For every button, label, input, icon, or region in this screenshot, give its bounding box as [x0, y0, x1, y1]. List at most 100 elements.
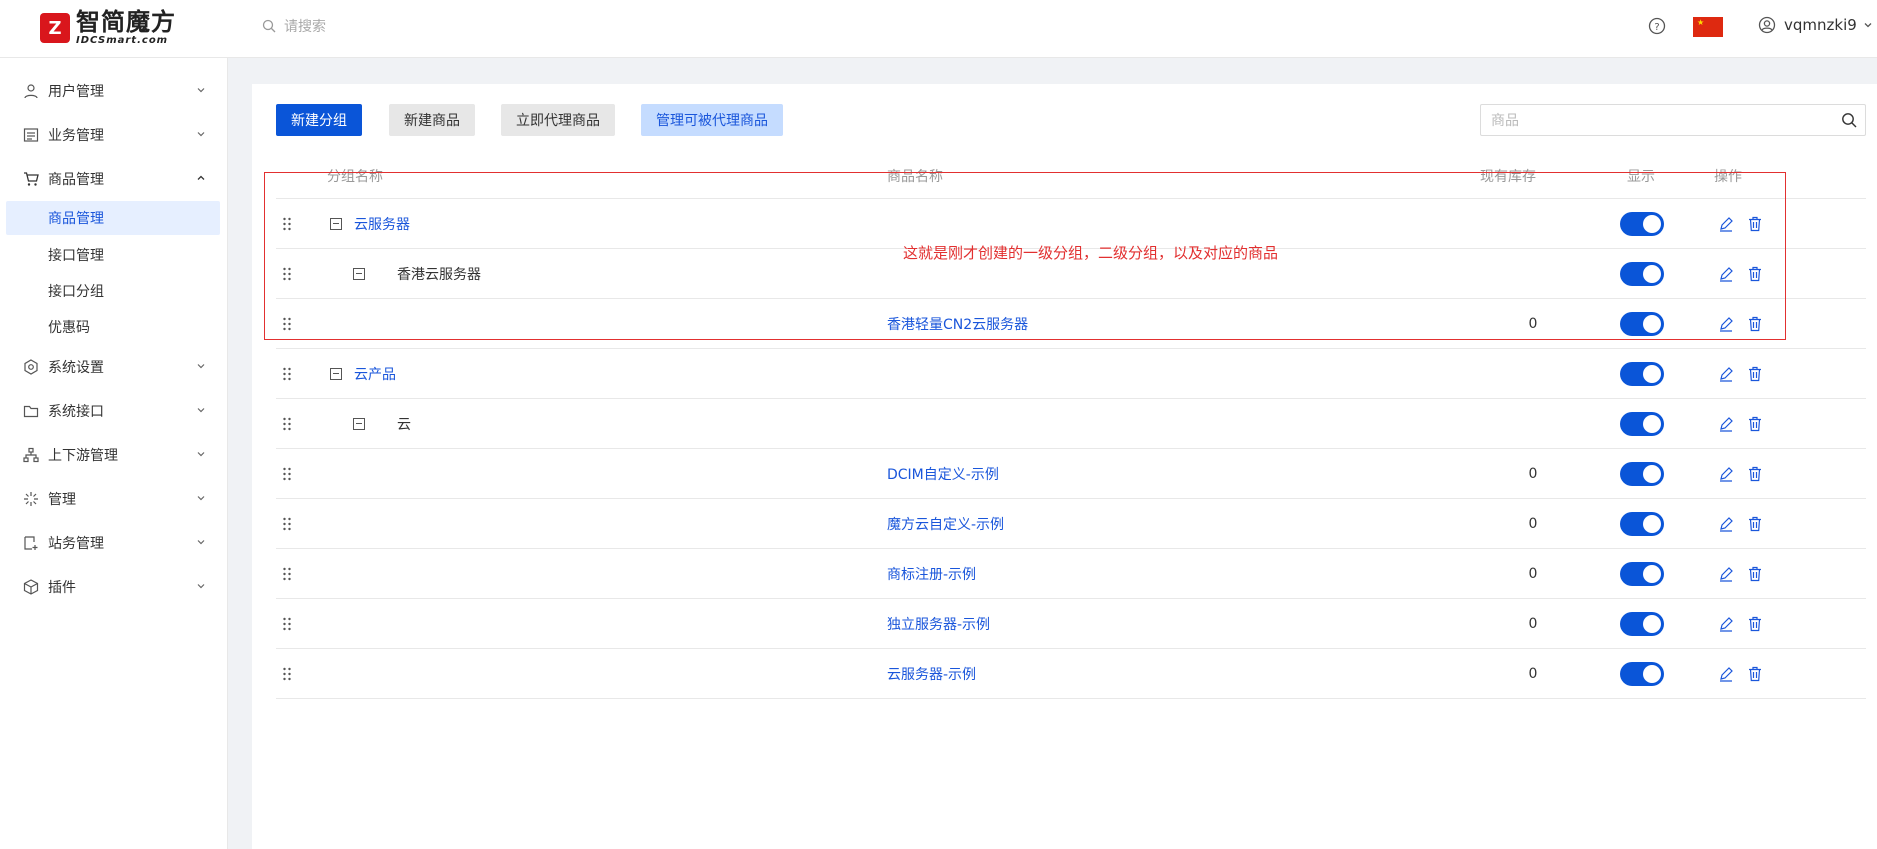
delete-icon[interactable] [1748, 266, 1762, 282]
product-search-input[interactable]: 商品 [1480, 104, 1866, 136]
sidebar-sub-coupons[interactable]: 优惠码 [0, 310, 228, 344]
delete-icon[interactable] [1748, 316, 1762, 332]
drag-handle-icon[interactable] [282, 499, 292, 549]
display-toggle[interactable] [1620, 462, 1664, 486]
group-name[interactable]: 云 [397, 399, 411, 449]
edit-icon[interactable] [1718, 666, 1734, 682]
drag-handle-icon[interactable] [282, 649, 292, 699]
collapse-icon[interactable] [330, 218, 342, 230]
china-flag-icon[interactable]: ★ [1693, 17, 1723, 37]
stock-value: 0 [1528, 616, 1538, 632]
display-toggle[interactable] [1620, 312, 1664, 336]
group-name[interactable]: 香港云服务器 [397, 249, 481, 299]
product-name[interactable]: 商标注册-示例 [887, 549, 976, 599]
cube-icon [22, 578, 40, 596]
sidebar-sub-interface-management[interactable]: 接口管理 [0, 238, 228, 272]
annotation-text: 这就是刚才创建的一级分组，二级分组，以及对应的商品 [903, 244, 1279, 262]
sidebar-sub-product-management[interactable]: 商品管理 [6, 201, 220, 235]
drag-handle-icon[interactable] [282, 349, 292, 399]
search-icon[interactable] [1841, 112, 1857, 128]
sidebar-sub-label: 接口分组 [48, 284, 104, 300]
collapse-icon[interactable] [353, 418, 365, 430]
edit-icon[interactable] [1718, 216, 1734, 232]
product-name[interactable]: 云服务器-示例 [887, 649, 976, 699]
drag-handle-icon[interactable] [282, 449, 292, 499]
edit-icon[interactable] [1718, 266, 1734, 282]
product-name[interactable]: 魔方云自定义-示例 [887, 499, 1004, 549]
sidebar-item-products[interactable]: 商品管理 [0, 161, 228, 197]
user-icon [22, 82, 40, 100]
global-search[interactable]: 请搜索 [262, 16, 326, 36]
drag-handle-icon[interactable] [282, 299, 292, 349]
display-toggle[interactable] [1620, 362, 1664, 386]
sidebar-item-label: 业务管理 [48, 128, 104, 144]
display-toggle[interactable] [1620, 512, 1664, 536]
new-product-button[interactable]: 新建商品 [389, 104, 475, 136]
delete-icon[interactable] [1748, 566, 1762, 582]
sidebar-item-plugins[interactable]: 插件 [0, 569, 228, 605]
group-name[interactable]: 云产品 [354, 349, 396, 399]
table-row: 独立服务器-示例 0 [276, 599, 1866, 649]
display-toggle[interactable] [1620, 262, 1664, 286]
proxy-product-button[interactable]: 立即代理商品 [501, 104, 615, 136]
gear-icon [22, 358, 40, 376]
delete-icon[interactable] [1748, 516, 1762, 532]
delete-icon[interactable] [1748, 466, 1762, 482]
drag-handle-icon[interactable] [282, 599, 292, 649]
display-toggle[interactable] [1620, 212, 1664, 236]
product-name[interactable]: DCIM自定义-示例 [887, 449, 999, 499]
cart-icon [22, 170, 40, 188]
stock-value: 0 [1528, 666, 1538, 682]
svg-text:?: ? [1654, 22, 1659, 33]
sidebar-item-system-interface[interactable]: 系统接口 [0, 393, 228, 429]
product-name[interactable]: 独立服务器-示例 [887, 599, 990, 649]
product-search-placeholder: 商品 [1491, 113, 1519, 129]
manage-proxied-button[interactable]: 管理可被代理商品 [641, 104, 783, 136]
user-menu[interactable]: vqmnzki9 [1758, 16, 1877, 34]
delete-icon[interactable] [1748, 216, 1762, 232]
delete-icon[interactable] [1748, 616, 1762, 632]
drag-handle-icon[interactable] [282, 549, 292, 599]
product-name[interactable]: 香港轻量CN2云服务器 [887, 299, 1028, 349]
chevron-down-icon [197, 364, 205, 369]
group-name[interactable]: 云服务器 [354, 199, 410, 249]
delete-icon[interactable] [1748, 416, 1762, 432]
chevron-down-icon [197, 452, 205, 457]
delete-icon[interactable] [1748, 366, 1762, 382]
drag-handle-icon[interactable] [282, 249, 292, 299]
col-header-product: 商品名称 [887, 169, 943, 185]
sidebar-sub-label: 接口管理 [48, 248, 104, 264]
help-icon[interactable]: ? [1648, 17, 1666, 35]
display-toggle[interactable] [1620, 562, 1664, 586]
logo[interactable]: Z 智简魔方 IDCSmart.com [40, 10, 176, 46]
drag-handle-icon[interactable] [282, 199, 292, 249]
sidebar-item-system-settings[interactable]: 系统设置 [0, 349, 228, 385]
sidebar-sub-interface-groups[interactable]: 接口分组 [0, 274, 228, 308]
sidebar-item-site-management[interactable]: 站务管理 [0, 525, 228, 561]
edit-icon[interactable] [1718, 566, 1734, 582]
sidebar-item-users[interactable]: 用户管理 [0, 73, 228, 109]
edit-icon[interactable] [1718, 416, 1734, 432]
display-toggle[interactable] [1620, 612, 1664, 636]
sidebar-item-manage[interactable]: 管理 [0, 481, 228, 517]
display-toggle[interactable] [1620, 662, 1664, 686]
chevron-down-icon [1864, 23, 1872, 28]
edit-icon[interactable] [1718, 366, 1734, 382]
new-group-button[interactable]: 新建分组 [276, 104, 362, 136]
chevron-up-icon [197, 175, 205, 180]
delete-icon[interactable] [1748, 666, 1762, 682]
collapse-icon[interactable] [353, 268, 365, 280]
search-icon [262, 19, 276, 33]
edit-icon[interactable] [1718, 316, 1734, 332]
sidebar-item-upstream-downstream[interactable]: 上下游管理 [0, 437, 228, 473]
avatar-icon [1758, 16, 1776, 34]
edit-icon[interactable] [1718, 616, 1734, 632]
edit-icon[interactable] [1718, 466, 1734, 482]
collapse-icon[interactable] [330, 368, 342, 380]
table-row: 商标注册-示例 0 [276, 549, 1866, 599]
logo-cn-text: 智简魔方 [76, 8, 176, 36]
drag-handle-icon[interactable] [282, 399, 292, 449]
sidebar-item-business[interactable]: 业务管理 [0, 117, 228, 153]
edit-icon[interactable] [1718, 516, 1734, 532]
display-toggle[interactable] [1620, 412, 1664, 436]
